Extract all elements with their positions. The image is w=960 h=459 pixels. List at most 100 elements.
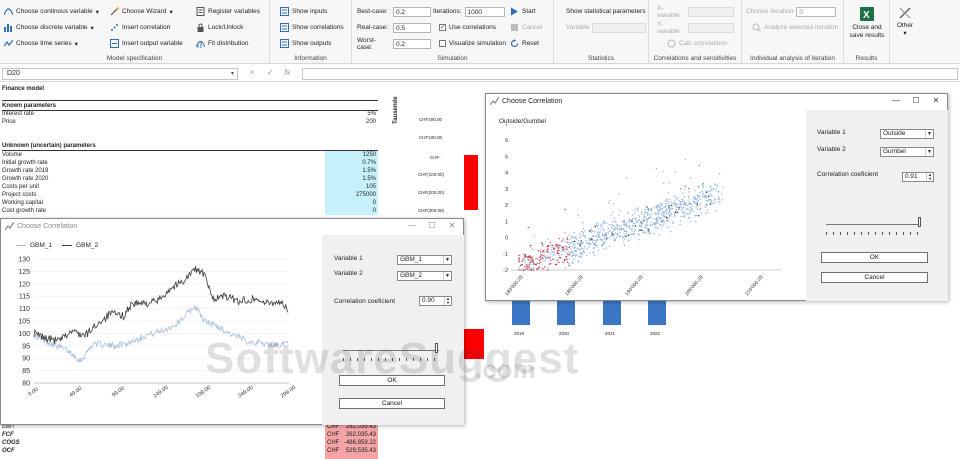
scatter-point (611, 211, 614, 214)
scatter-point (536, 262, 539, 264)
insert-output-variable-button[interactable]: Insert output variable (110, 38, 183, 49)
variable1-select[interactable]: Outside ▼ (880, 129, 934, 139)
show-correlations-button[interactable]: Show correlations (280, 22, 344, 33)
variable2-select[interactable]: GBM_2 ▼ (397, 271, 452, 281)
choose-continuous-variable-button[interactable]: Choose continous variable ▾ (3, 6, 99, 17)
coef-slider-thumb[interactable] (918, 217, 921, 227)
enter-formula-icon[interactable]: ✓ (267, 68, 274, 77)
cancel-formula-icon[interactable]: × (250, 68, 255, 77)
scatter-point (685, 204, 688, 206)
variable1-select[interactable]: GBM_1 ▼ (397, 255, 452, 265)
variable1-label: Variable 1 (817, 129, 846, 136)
y-tick-label: 6 (505, 138, 508, 144)
scatter-point (619, 231, 621, 234)
row-label: FCF (2, 432, 14, 438)
statistics-variable-select[interactable] (592, 22, 647, 33)
param-value[interactable]: 0.7% (300, 160, 376, 166)
analyze-selected-iteration-button[interactable]: Analyze selected iteration (752, 22, 838, 33)
iteration-input[interactable]: 0 (796, 6, 837, 17)
ok-button[interactable]: OK (821, 252, 928, 263)
param-value[interactable]: 0 (300, 200, 376, 206)
scatter-point (666, 213, 668, 215)
coef-slider-track[interactable] (826, 224, 920, 225)
coef-spinner[interactable]: 0.90 ▲ ▼ (419, 296, 452, 306)
x-variable-select[interactable] (688, 6, 734, 17)
scatter-point (529, 263, 531, 266)
function-icon[interactable]: fx (284, 68, 290, 77)
y-variable-select[interactable] (688, 22, 734, 33)
other-button[interactable]: Other ▾ (892, 6, 918, 37)
iterations-input[interactable]: 1000 (464, 6, 505, 17)
excel-save-icon: X (859, 6, 875, 22)
worst-case-input[interactable]: 0.2 (393, 38, 431, 49)
scatter-point (647, 217, 650, 219)
param-value[interactable]: 1250 (300, 152, 376, 158)
x-tick-label: 199.00 (195, 385, 212, 400)
start-button[interactable]: Start (510, 6, 536, 17)
fit-distribution-button[interactable]: Fit distribution (195, 38, 248, 49)
legend-swatch-gbm1 (16, 245, 26, 246)
param-value[interactable]: 1.5% (300, 176, 376, 182)
close-and-save-results-button[interactable]: X Close and save results (846, 6, 888, 40)
minimize-icon[interactable]: — (405, 220, 419, 232)
scatter-point (674, 195, 676, 197)
calc-correlations-button[interactable]: Calc correlations (667, 38, 727, 49)
scatter-point (619, 235, 621, 237)
scatter-point (559, 254, 561, 256)
row-value[interactable]: 262,035.43 (336, 432, 376, 438)
param-value[interactable]: 105 (300, 184, 376, 190)
scatter-point (656, 217, 658, 219)
row-value[interactable]: -486,859.22 (336, 440, 376, 446)
choose-discrete-variable-button[interactable]: Choose discrete variable ▾ (4, 22, 94, 33)
variable2-select[interactable]: Gumbel ▼ (880, 147, 934, 157)
scatter-point (568, 264, 570, 267)
lock-icon (196, 23, 205, 32)
scatter-point (627, 211, 630, 213)
maximize-icon[interactable]: ☐ (909, 95, 923, 107)
param-value[interactable]: 200 (300, 119, 376, 125)
register-variables-button[interactable]: Register variables (196, 6, 260, 17)
cancel-button[interactable]: Cancel (821, 272, 928, 283)
formula-input[interactable] (302, 68, 958, 80)
scatter-point (662, 170, 664, 173)
show-inputs-button[interactable]: Show inputs (280, 6, 327, 17)
cancel-button[interactable]: Cancel (339, 398, 445, 409)
scatter-point (534, 263, 537, 266)
scatter-point (688, 187, 690, 190)
lock-unlock-button[interactable]: Lock/Unlock (196, 22, 243, 33)
scatter-point (681, 198, 683, 201)
use-correlations-checkbox[interactable]: ✓ Use correlations (439, 22, 496, 33)
row-value[interactable]: 529,535.43 (336, 448, 376, 454)
maximize-icon[interactable]: ☐ (425, 220, 439, 232)
real-case-input[interactable]: 0.5 (393, 22, 431, 33)
scatter-point (680, 206, 682, 208)
show-outputs-button[interactable]: Show outputs (280, 38, 331, 49)
reset-button[interactable]: Reset (510, 38, 539, 49)
x-tick-label: 49.00 (69, 386, 84, 399)
close-icon[interactable]: ✕ (929, 95, 943, 107)
visualize-simulation-checkbox[interactable]: Visualize simulation (439, 38, 506, 49)
show-statistical-parameters-button[interactable]: Show statistical parameters (566, 6, 645, 17)
param-value[interactable]: 5% (300, 111, 376, 117)
scatter-point (658, 208, 660, 211)
choose-time-series-button[interactable]: Choose time series ▾ (3, 38, 78, 49)
cancel-simulation-button[interactable]: Cancel (510, 22, 542, 33)
close-icon[interactable]: ✕ (445, 220, 459, 232)
minimize-icon[interactable]: — (889, 95, 903, 107)
scatter-point (667, 192, 670, 194)
scatter-point (577, 239, 580, 242)
scatter-point (595, 224, 597, 227)
param-value[interactable]: 0 (300, 208, 376, 214)
choose-wizard-button[interactable]: Choose Wizard ▾ (110, 6, 173, 17)
slider-ticks (826, 232, 924, 235)
best-case-input[interactable]: 0.2 (393, 6, 431, 17)
coef-spinner[interactable]: 0.91 ▲ ▼ (902, 172, 934, 182)
scatter-point (608, 245, 611, 247)
param-value[interactable]: 275000 (300, 192, 376, 198)
param-value[interactable]: 1.5% (300, 168, 376, 174)
insert-correlation-button[interactable]: Insert correlation (110, 22, 170, 33)
name-box[interactable]: D20 ▾ (2, 68, 238, 80)
scatter-point (680, 215, 682, 218)
x-tick-label: 99.00 (111, 386, 126, 399)
scatter-point (652, 207, 654, 209)
